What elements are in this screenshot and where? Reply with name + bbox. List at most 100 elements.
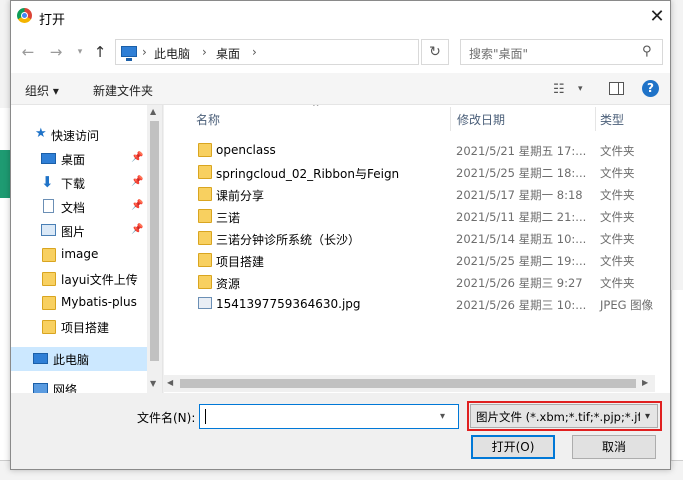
dialog-title: 打开 [39, 13, 66, 28]
command-toolbar: 组织 ▾ 新建文件夹 ☷ ▾ ? [11, 73, 670, 105]
background-green-block [0, 150, 10, 198]
breadcrumb-chevron-icon: › [142, 45, 147, 59]
preview-pane-icon[interactable] [609, 82, 624, 95]
forward-arrow-icon[interactable]: → [45, 41, 67, 63]
sidebar-item-label: 快速访问 [51, 129, 100, 143]
scroll-down-icon[interactable]: ▼ [150, 379, 156, 388]
help-icon[interactable]: ? [642, 80, 659, 97]
column-header-date[interactable]: 修改日期 [451, 105, 595, 131]
navigation-pane: ★ 快速访问 桌面 📌 ⬇ 下载 📌 文档 📌 图片 📌 image layui… [11, 105, 163, 393]
scroll-left-icon[interactable]: ◀ [167, 378, 173, 387]
file-name: springcloud_02_Ribbon与Feign [216, 167, 400, 181]
filename-dropdown-icon[interactable]: ▾ [440, 411, 445, 422]
folder-icon [198, 209, 212, 223]
back-arrow-icon[interactable]: ← [17, 41, 39, 63]
file-row[interactable]: openclass 2021/5/21 星期五 17:... 文件夹 [184, 139, 670, 161]
new-folder-button[interactable]: 新建文件夹 [93, 82, 153, 99]
column-header-type[interactable]: 类型 [596, 105, 670, 131]
folder-icon [198, 253, 212, 267]
column-header-label: 类型 [600, 113, 625, 127]
filename-label: 文件名(N): [137, 411, 196, 425]
scroll-up-icon[interactable]: ▲ [150, 107, 156, 116]
breadcrumb-chevron-icon: › [252, 45, 257, 59]
column-header-label: 名称 [196, 113, 221, 127]
cancel-button[interactable]: 取消 [572, 435, 656, 459]
folder-icon [42, 272, 56, 286]
sidebar-item-layui-upload[interactable]: layui文件上传 [11, 267, 147, 291]
sidebar-item-documents[interactable]: 文档 📌 [11, 195, 147, 219]
file-row[interactable]: 项目搭建 2021/5/25 星期二 19:... 文件夹 [184, 249, 670, 271]
sidebar-item-label: Mybatis-plus [61, 295, 137, 309]
view-options-icon[interactable]: ☷ [553, 82, 565, 97]
image-file-icon [198, 297, 212, 309]
highlight-box [467, 401, 662, 431]
folder-icon [198, 143, 212, 157]
file-date: 2021/5/26 星期三 10:... [456, 298, 587, 312]
sidebar-item-this-pc[interactable]: 此电脑 [11, 347, 147, 371]
file-name: 三诺分钟诊所系统（长沙） [216, 233, 361, 247]
horizontal-scroll-thumb[interactable] [180, 379, 636, 388]
file-row[interactable]: 课前分享 2021/5/17 星期一 8:18 文件夹 [184, 183, 670, 205]
organize-button[interactable]: 组织 ▾ [25, 82, 59, 99]
file-name: openclass [216, 143, 276, 157]
file-name: 1541397759364630.jpg [216, 297, 361, 311]
file-list-horizontal-scrollbar[interactable]: ◀ ▶ [164, 375, 655, 392]
sidebar-item-label: 此电脑 [53, 353, 90, 367]
folder-icon [198, 275, 212, 289]
file-date: 2021/5/14 星期五 10:... [456, 232, 587, 246]
folder-icon [42, 320, 56, 334]
up-arrow-icon[interactable]: ↑ [89, 41, 111, 63]
computer-icon [121, 46, 137, 61]
history-dropdown-icon[interactable]: ▾ [69, 41, 91, 63]
file-type: 文件夹 [600, 232, 635, 246]
title-bar: 打开 ✕ [11, 1, 670, 33]
open-button[interactable]: 打开(O) [471, 435, 555, 459]
sidebar-item-desktop[interactable]: 桌面 📌 [11, 147, 147, 171]
breadcrumb-desktop[interactable]: 桌面 [216, 45, 240, 62]
address-bar[interactable]: › 此电脑 › 桌面 › ▾ [115, 39, 508, 65]
sidebar-item-label: 网络 [53, 383, 78, 393]
sidebar-scrollbar[interactable]: ▲ ▼ [147, 105, 162, 393]
refresh-button[interactable]: ↻ [421, 39, 449, 65]
file-row[interactable]: 1541397759364630.jpg 2021/5/26 星期三 10:..… [184, 293, 670, 315]
picture-icon [41, 224, 56, 236]
pin-icon: 📌 [131, 176, 144, 187]
breadcrumb-this-pc[interactable]: 此电脑 [154, 45, 190, 62]
breadcrumb-chevron-icon: › [202, 45, 207, 59]
chrome-icon [17, 8, 32, 23]
sidebar-scroll-thumb[interactable] [150, 121, 159, 361]
document-icon [43, 199, 54, 213]
sidebar-item-mybatis-plus[interactable]: Mybatis-plus [11, 291, 147, 315]
file-row[interactable]: 三诺分钟诊所系统（长沙） 2021/5/14 星期五 10:... 文件夹 [184, 227, 670, 249]
close-button[interactable]: ✕ [645, 5, 669, 29]
sidebar-item-pictures[interactable]: 图片 📌 [11, 219, 147, 243]
text-caret [205, 409, 206, 424]
open-file-dialog: 打开 ✕ ← → ▾ ↑ › 此电脑 › 桌面 › ▾ ↻ 搜索"桌面" ⚲ 组… [10, 0, 671, 470]
folder-icon [42, 296, 56, 310]
file-name: 三诺 [216, 211, 241, 225]
search-icon[interactable]: ⚲ [642, 44, 652, 59]
file-type: 文件夹 [600, 144, 635, 158]
sidebar-item-network[interactable]: 网络 [11, 377, 147, 393]
preview-pane-divider [618, 83, 619, 94]
file-row[interactable]: springcloud_02_Ribbon与Feign 2021/5/25 星期… [184, 161, 670, 183]
sidebar-item-downloads[interactable]: ⬇ 下载 📌 [11, 171, 147, 195]
file-list: ^ 名称 修改日期 类型 openclass 2021/5/21 星期五 17:… [164, 105, 670, 393]
column-header-name[interactable]: 名称 [184, 105, 450, 131]
view-dropdown-icon[interactable]: ▾ [578, 84, 583, 94]
file-date: 2021/5/17 星期一 8:18 [456, 188, 583, 202]
file-row[interactable]: 三诺 2021/5/11 星期二 21:... 文件夹 [184, 205, 670, 227]
sidebar-item-label: image [61, 247, 99, 261]
file-row[interactable]: 资源 2021/5/26 星期三 9:27 文件夹 [184, 271, 670, 293]
sidebar-item-label: 图片 [61, 225, 86, 239]
sidebar-item-project-setup[interactable]: 项目搭建 [11, 315, 147, 339]
column-header-label: 修改日期 [457, 113, 506, 127]
filename-input[interactable]: ▾ [199, 404, 459, 429]
folder-icon [42, 248, 56, 262]
file-type: 文件夹 [600, 166, 635, 180]
network-icon [33, 383, 48, 393]
scroll-right-icon[interactable]: ▶ [642, 378, 648, 387]
sidebar-item-quick-access[interactable]: ★ 快速访问 [11, 123, 147, 147]
search-box[interactable]: 搜索"桌面" ⚲ [460, 39, 663, 65]
sidebar-item-image[interactable]: image [11, 243, 147, 267]
